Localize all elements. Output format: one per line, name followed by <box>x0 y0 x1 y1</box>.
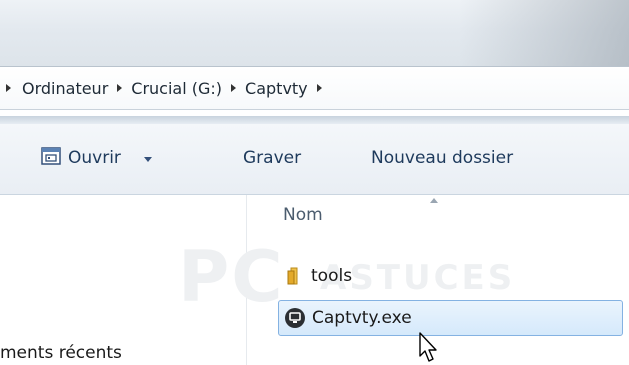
breadcrumb-arrow-icon[interactable] <box>117 84 123 92</box>
breadcrumb-arrow-icon[interactable] <box>316 84 322 92</box>
file-name: tools <box>311 266 353 286</box>
window-titlebar <box>0 0 629 66</box>
list-item-selected[interactable]: Captvty.exe <box>278 300 623 336</box>
file-name: Captvty.exe <box>312 308 412 328</box>
breadcrumb-arrow-icon[interactable] <box>6 84 11 92</box>
chevron-down-icon[interactable] <box>144 157 152 162</box>
address-bar[interactable]: Ordinateur Crucial (G:) Captvty <box>0 66 629 110</box>
breadcrumb-item-ordinateur[interactable]: Ordinateur <box>22 79 108 98</box>
breadcrumb-item-drive[interactable]: Crucial (G:) <box>131 79 222 98</box>
folder-icon <box>287 267 298 285</box>
watermark-logo: PC <box>178 236 285 318</box>
open-icon <box>41 147 61 165</box>
list-item[interactable]: tools <box>278 258 623 294</box>
column-header-name[interactable]: Nom <box>283 205 323 225</box>
command-toolbar: Ouvrir Graver Nouveau dossier <box>0 124 629 195</box>
titlebar-glass <box>459 0 629 66</box>
open-button[interactable]: Ouvrir <box>68 148 121 168</box>
new-folder-button[interactable]: Nouveau dossier <box>371 148 513 168</box>
sort-ascending-icon <box>430 198 438 203</box>
toolbar-separator <box>0 116 629 124</box>
exe-icon <box>285 308 305 328</box>
burn-button[interactable]: Graver <box>243 148 301 168</box>
nav-item-recent[interactable]: ments récents <box>0 343 122 363</box>
breadcrumb-arrow-icon[interactable] <box>231 84 237 92</box>
mouse-pointer-icon <box>419 332 437 362</box>
breadcrumb-item-folder[interactable]: Captvty <box>245 79 308 98</box>
